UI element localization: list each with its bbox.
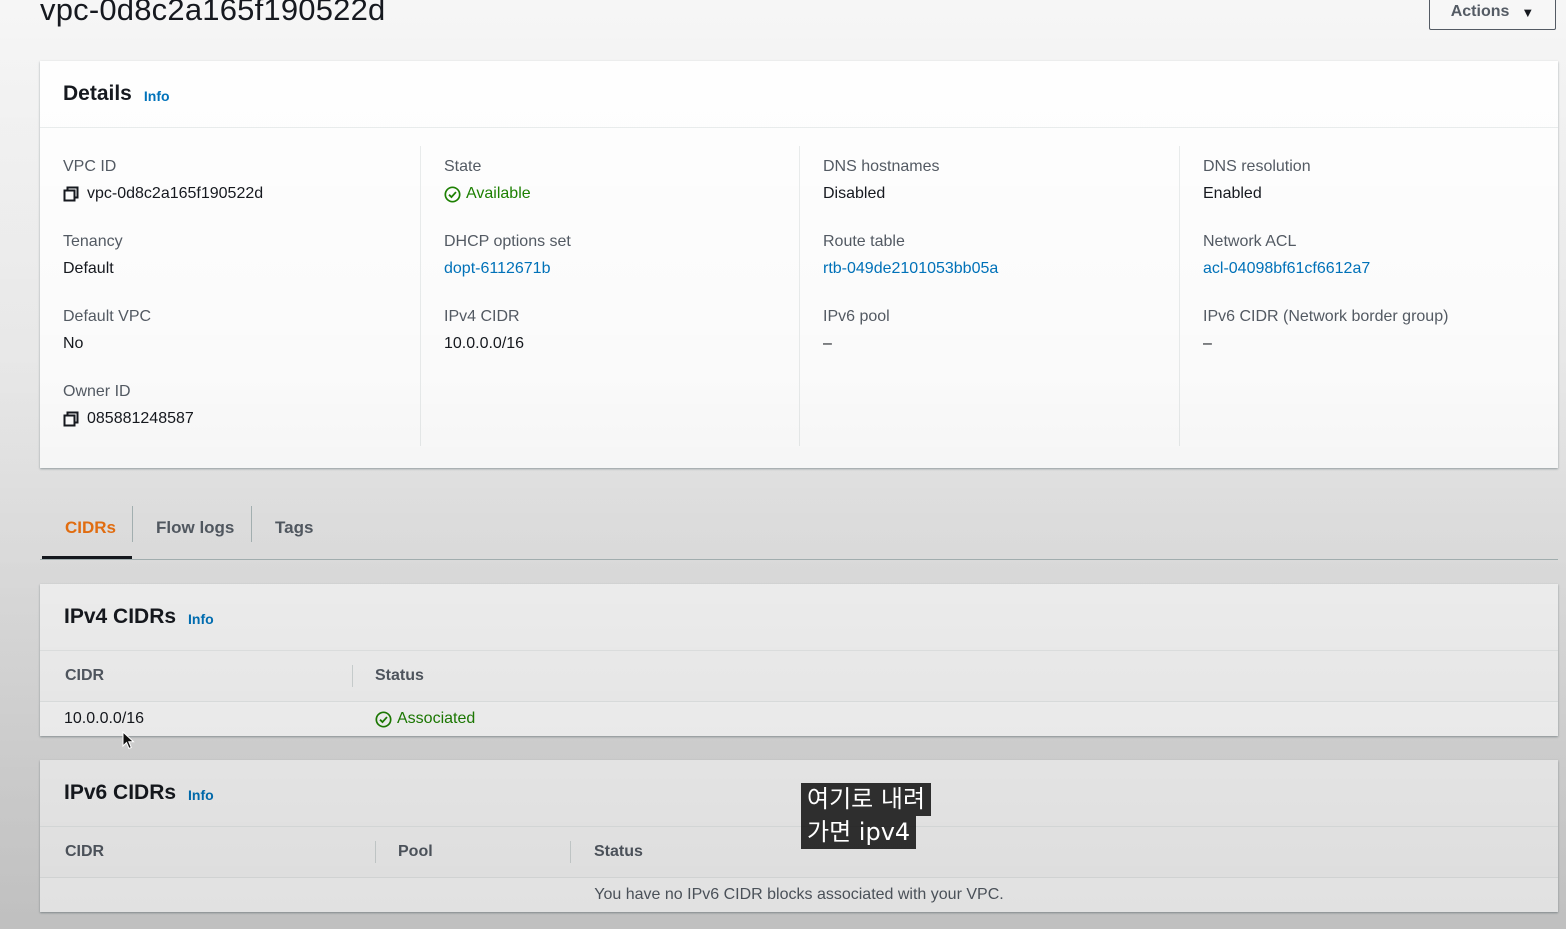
column-resizer[interactable] xyxy=(352,665,353,687)
caret-down-icon: ▼ xyxy=(1521,4,1535,20)
network-acl-field: Network ACL acl-04098bf61cf6612a7 xyxy=(1203,233,1370,278)
empty-state-message: You have no IPv6 CIDR blocks associated … xyxy=(40,878,1558,912)
ipv6-cidrs-panel: IPv6 CIDRs Info CIDR Pool Status You hav… xyxy=(40,760,1558,912)
column-resizer[interactable] xyxy=(570,841,571,863)
ipv4-info-link[interactable]: Info xyxy=(188,611,214,627)
details-info-link[interactable]: Info xyxy=(144,88,170,104)
ipv6-info-link[interactable]: Info xyxy=(188,787,214,803)
details-column-4: DNS resolution Enabled Network ACL acl-0… xyxy=(1179,146,1558,446)
field-label: DNS hostnames xyxy=(823,158,940,175)
subtitle-line-2: 가면 ipv4 xyxy=(801,816,917,849)
field-label: Route table xyxy=(823,233,905,250)
field-label: VPC ID xyxy=(63,158,117,175)
ipv6-cidr-field: IPv6 CIDR (Network border group) – xyxy=(1203,308,1448,353)
status-cell: Associated xyxy=(375,702,475,736)
field-value: – xyxy=(823,335,832,352)
check-circle-icon xyxy=(375,710,392,728)
field-label: IPv6 CIDR (Network border group) xyxy=(1203,308,1449,325)
tab-tags[interactable]: Tags xyxy=(275,496,313,559)
vpc-id-value: vpc-0d8c2a165f190522d xyxy=(63,185,263,203)
route-table-field: Route table rtb-049de2101053bb05a xyxy=(823,233,998,278)
status-text: Available xyxy=(466,185,531,202)
dhcp-options-link[interactable]: dopt-6112671b xyxy=(444,260,571,278)
owner-id-field: Owner ID 085881248587 xyxy=(63,383,194,428)
active-tab-indicator xyxy=(42,556,132,559)
column-header-cidr[interactable]: CIDR xyxy=(65,827,104,877)
field-value: 10.0.0.0/16 xyxy=(444,335,525,352)
ipv4-cidrs-header: IPv4 CIDRs Info xyxy=(40,584,1558,651)
route-table-link[interactable]: rtb-049de2101053bb05a xyxy=(823,260,998,278)
dns-resolution-field: DNS resolution Enabled xyxy=(1203,158,1311,203)
field-label: DHCP options set xyxy=(444,233,571,250)
subtitle-line-1: 여기로 내려 xyxy=(801,783,932,816)
mouse-pointer-icon xyxy=(122,731,135,750)
field-value: vpc-0d8c2a165f190522d xyxy=(87,185,264,202)
tab-cidrs[interactable]: CIDRs xyxy=(65,496,116,559)
state-field: State Available xyxy=(444,158,531,203)
owner-id-value: 085881248587 xyxy=(63,410,194,428)
tab-divider xyxy=(132,506,133,542)
status-text: Associated xyxy=(397,710,476,727)
field-value: 085881248587 xyxy=(87,410,194,427)
copy-icon[interactable] xyxy=(63,186,79,202)
actions-button[interactable]: Actions ▼ xyxy=(1429,0,1556,30)
field-value: Default xyxy=(63,260,114,277)
details-column-3: DNS hostnames Disabled Route table rtb-0… xyxy=(799,146,1179,446)
field-label: Tenancy xyxy=(63,233,123,250)
column-header-pool[interactable]: Pool xyxy=(398,827,433,877)
details-header: Details Info xyxy=(40,61,1558,128)
network-acl-link[interactable]: acl-04098bf61cf6612a7 xyxy=(1203,260,1370,278)
details-columns: VPC ID vpc-0d8c2a165f190522d Tenancy Def… xyxy=(40,146,1558,446)
ipv6-cidrs-title: IPv6 CIDRs xyxy=(64,781,177,804)
field-label: IPv4 CIDR xyxy=(444,308,520,325)
check-circle-icon xyxy=(444,185,461,203)
vpc-id-field: VPC ID vpc-0d8c2a165f190522d xyxy=(63,158,263,203)
default-vpc-field: Default VPC No xyxy=(63,308,151,353)
field-label: Network ACL xyxy=(1203,233,1297,250)
field-label: State xyxy=(444,158,482,175)
tab-bar: CIDRs Flow logs Tags xyxy=(40,496,1558,560)
dhcp-options-field: DHCP options set dopt-6112671b xyxy=(444,233,571,278)
tab-divider xyxy=(251,506,252,542)
column-header-cidr[interactable]: CIDR xyxy=(65,651,104,701)
ipv4-table-header: CIDR Status xyxy=(40,651,1558,702)
ipv4-cidrs-title: IPv4 CIDRs xyxy=(64,605,177,628)
details-column-2: State Available DHCP options set dopt-61… xyxy=(420,146,800,446)
field-label: Owner ID xyxy=(63,383,131,400)
details-title: Details xyxy=(63,82,132,105)
field-value: Disabled xyxy=(823,185,886,202)
copy-icon[interactable] xyxy=(63,411,79,427)
column-header-status[interactable]: Status xyxy=(594,827,643,877)
field-value: – xyxy=(1203,335,1212,352)
field-label: Default VPC xyxy=(63,308,152,325)
field-label: IPv6 pool xyxy=(823,308,890,325)
field-value: No xyxy=(63,335,84,352)
page-title: vpc-0d8c2a165f190522d xyxy=(40,0,386,27)
dns-hostnames-field: DNS hostnames Disabled xyxy=(823,158,940,203)
column-header-status[interactable]: Status xyxy=(375,651,424,701)
details-panel: Details Info VPC ID vpc-0d8c2a165f190522… xyxy=(40,61,1558,468)
ipv6-cidrs-header: IPv6 CIDRs Info xyxy=(40,760,1558,827)
field-label: DNS resolution xyxy=(1203,158,1311,175)
table-row: 10.0.0.0/16 Associated xyxy=(40,702,1558,736)
ipv4-cidrs-panel: IPv4 CIDRs Info CIDR Status 10.0.0.0/16 … xyxy=(40,584,1558,736)
state-value: Available xyxy=(444,185,531,203)
ipv4-cidr-field: IPv4 CIDR 10.0.0.0/16 xyxy=(444,308,524,353)
column-resizer[interactable] xyxy=(375,841,376,863)
field-value: Enabled xyxy=(1203,185,1262,202)
ipv6-pool-field: IPv6 pool – xyxy=(823,308,890,353)
actions-label: Actions xyxy=(1450,3,1510,20)
ipv6-table-header: CIDR Pool Status xyxy=(40,827,1558,878)
video-subtitle: 여기로 내려 가면 ipv4 xyxy=(801,783,932,849)
tenancy-field: Tenancy Default xyxy=(63,233,123,278)
tab-flow-logs[interactable]: Flow logs xyxy=(156,496,234,559)
details-column-1: VPC ID vpc-0d8c2a165f190522d Tenancy Def… xyxy=(40,146,420,446)
